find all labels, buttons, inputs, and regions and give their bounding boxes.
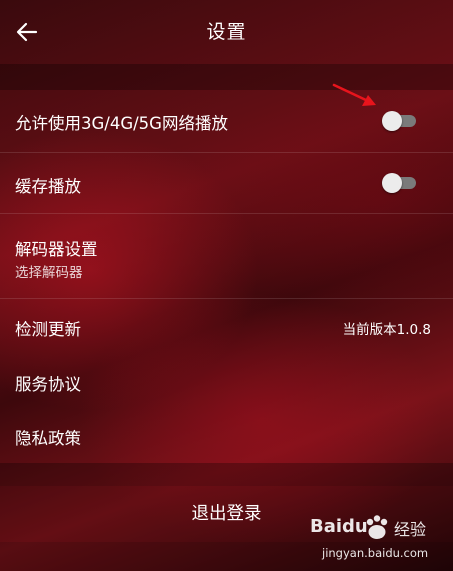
allow-network-play-toggle[interactable] — [382, 111, 418, 131]
setting-allow-network-play[interactable]: 允许使用3G/4G/5G网络播放 — [0, 90, 453, 152]
setting-cache-play[interactable]: 缓存播放 — [0, 153, 453, 213]
app-header: 设置 — [0, 0, 453, 64]
toggle-thumb — [382, 111, 402, 131]
current-version-value: 当前版本1.0.8 — [342, 322, 431, 338]
page-title: 设置 — [206, 21, 247, 43]
watermark-brand-cn: 经验 — [394, 520, 427, 539]
watermark-brand: Baidu — [310, 516, 368, 537]
setting-privacy-policy-label: 隐私政策 — [15, 429, 81, 448]
setting-allow-network-play-label: 允许使用3G/4G/5G网络播放 — [15, 114, 228, 133]
setting-check-update-label: 检测更新 — [15, 320, 81, 339]
setting-decoder[interactable]: 解码器设置 选择解码器 — [0, 214, 453, 298]
paw-logo-icon — [366, 515, 388, 539]
section-spacer — [0, 64, 453, 90]
setting-decoder-label: 解码器设置 — [15, 240, 98, 259]
section-spacer — [0, 463, 453, 486]
cache-play-toggle[interactable] — [382, 173, 418, 193]
watermark-url: jingyan.baidu.com — [322, 546, 429, 560]
setting-decoder-sublabel: 选择解码器 — [15, 265, 83, 281]
toggle-thumb — [382, 173, 402, 193]
annotation-arrow-icon — [330, 80, 380, 110]
setting-service-agreement[interactable]: 服务协议 — [0, 355, 453, 409]
setting-cache-play-label: 缓存播放 — [15, 177, 81, 196]
setting-privacy-policy[interactable]: 隐私政策 — [0, 409, 453, 463]
baidu-jingyan-watermark: Baidu 经验 jingyan.baidu.com — [300, 512, 450, 570]
setting-service-agreement-label: 服务协议 — [15, 375, 81, 394]
setting-check-update[interactable]: 检测更新 当前版本1.0.8 — [0, 299, 453, 353]
